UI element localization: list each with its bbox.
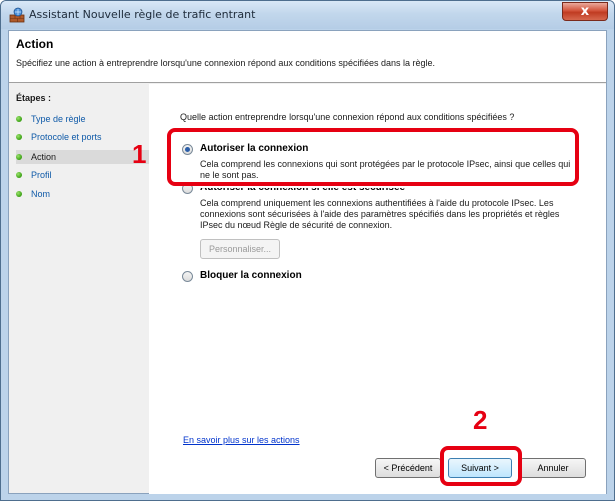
learn-more-link[interactable]: En savoir plus sur les actions xyxy=(183,435,300,445)
wizard-client-area: Action Spécifiez une action à entreprend… xyxy=(8,30,607,494)
block-connection-radio[interactable] xyxy=(182,271,193,282)
step-bullet-icon xyxy=(16,154,22,160)
step-rule-type[interactable]: Type de règle xyxy=(16,112,86,126)
step-marker-2: 2 xyxy=(473,405,488,435)
step-bullet-icon xyxy=(16,191,22,197)
step-bullet-icon xyxy=(16,116,22,122)
cancel-button[interactable]: Annuler xyxy=(520,458,586,478)
allow-if-secure-description-line: Cela comprend uniquement les connexions … xyxy=(200,198,554,208)
step-label: Action xyxy=(31,152,57,162)
step-protocol-ports[interactable]: Protocole et ports xyxy=(16,130,102,144)
page-description: Spécifiez une action à entreprendre lors… xyxy=(16,58,435,68)
steps-heading: Étapes : xyxy=(16,93,52,103)
step-label: Protocole et ports xyxy=(31,132,102,142)
action-question: Quelle action entreprendre lorsqu'une co… xyxy=(180,112,515,122)
step-marker-1: 1 xyxy=(132,139,147,169)
page-title: Action xyxy=(16,37,54,51)
step-bullet-icon xyxy=(16,172,22,178)
previous-button[interactable]: < Précédent xyxy=(375,458,441,478)
step-bullet-icon xyxy=(16,134,22,140)
window-title: Assistant Nouvelle règle de trafic entra… xyxy=(29,8,256,21)
customize-button[interactable]: Personnaliser... xyxy=(200,239,280,259)
allow-if-secure-description-line: connexions sont sécurisées à l'aide des … xyxy=(200,209,560,219)
highlight-allow-connection xyxy=(167,128,579,186)
step-label: Profil xyxy=(31,170,52,180)
block-connection-label[interactable]: Bloquer la connexion xyxy=(200,270,302,281)
title-bar: Assistant Nouvelle règle de trafic entra… xyxy=(1,1,614,29)
allow-if-secure-description-line: IPsec du nœud Règle de sécurité de conne… xyxy=(200,220,393,230)
step-name[interactable]: Nom xyxy=(16,187,50,201)
wizard-header: Action Spécifiez une action à entreprend… xyxy=(9,31,606,83)
step-profile[interactable]: Profil xyxy=(16,168,52,182)
step-label: Type de règle xyxy=(31,114,86,124)
firewall-icon xyxy=(9,7,25,23)
close-icon: x xyxy=(580,4,590,19)
step-action[interactable]: Action xyxy=(16,150,149,164)
highlight-next-button xyxy=(440,446,522,486)
wizard-window: Assistant Nouvelle règle de trafic entra… xyxy=(0,0,615,501)
step-label: Nom xyxy=(31,189,51,199)
close-button[interactable]: x xyxy=(562,2,608,21)
